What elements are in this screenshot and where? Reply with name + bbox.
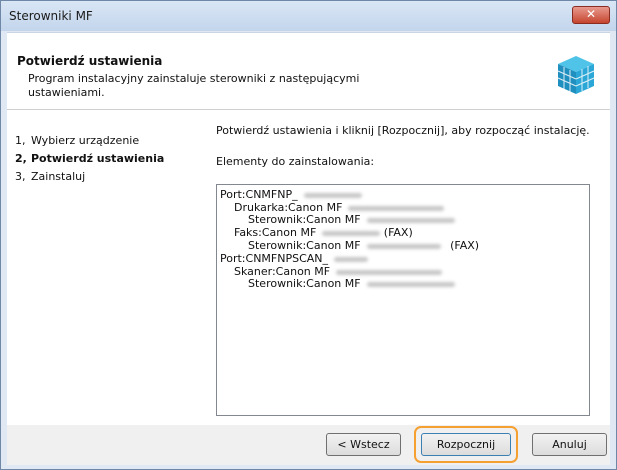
page-title: Potwierdź ustawienia <box>17 54 163 68</box>
installer-box-icon <box>557 56 595 94</box>
main-panel: Potwierdź ustawienia i kliknij [Rozpoczn… <box>216 110 606 426</box>
step-select-device: 1, Wybierz urządzenie <box>15 134 139 147</box>
button-bar: < Wstecz Rozpocznij Anuluj <box>7 425 610 465</box>
header-panel: Potwierdź ustawienia Program instalacyjn… <box>7 33 610 110</box>
list-item: Faks:Canon MF (FAX) <box>234 226 413 239</box>
list-item: Sterownik:Canon MF (FAX) <box>248 239 480 252</box>
instruction-text: Potwierdź ustawienia i kliknij [Rozpoczn… <box>216 124 590 137</box>
close-button[interactable]: ✕ <box>572 6 610 24</box>
step-label: Zainstaluj <box>31 170 86 183</box>
step-install: 3, Zainstaluj <box>15 170 85 183</box>
items-label: Elementy do zainstalowania: <box>216 155 375 168</box>
install-items-list[interactable]: Port:CNMFNP_ Drukarka:Canon MF Sterownik… <box>216 184 590 416</box>
list-item: Port:CNMFNPSCAN_ <box>220 252 369 265</box>
step-confirm-settings: 2, Potwierdź ustawienia <box>15 152 164 165</box>
step-number: 1, <box>15 134 26 147</box>
step-number: 2, <box>15 152 27 165</box>
step-label: Potwierdź ustawienia <box>31 152 165 165</box>
cancel-button[interactable]: Anuluj <box>532 433 607 456</box>
dialog-content: Potwierdź ustawienia Program instalacyjn… <box>7 32 610 426</box>
start-button[interactable]: Rozpocznij <box>421 433 511 456</box>
list-item: Sterownik:Canon MF <box>248 213 455 226</box>
window-title: Sterowniki MF <box>9 9 93 23</box>
installer-window: Sterowniki MF ✕ Potwierdź ustawienia Pro… <box>0 0 617 470</box>
page-description: Program instalacyjny zainstaluje sterown… <box>28 72 360 99</box>
step-number: 3, <box>15 170 26 183</box>
steps-panel: 1, Wybierz urządzenie 2, Potwierdź ustawie… <box>7 110 203 426</box>
step-label: Wybierz urządzenie <box>31 134 140 147</box>
list-item: Port:CNMFNP_ <box>220 188 362 201</box>
close-icon: ✕ <box>585 7 597 21</box>
back-button[interactable]: < Wstecz <box>326 433 401 456</box>
list-item: Sterownik:Canon MF <box>248 277 455 290</box>
title-bar[interactable]: Sterowniki MF ✕ <box>1 1 616 31</box>
